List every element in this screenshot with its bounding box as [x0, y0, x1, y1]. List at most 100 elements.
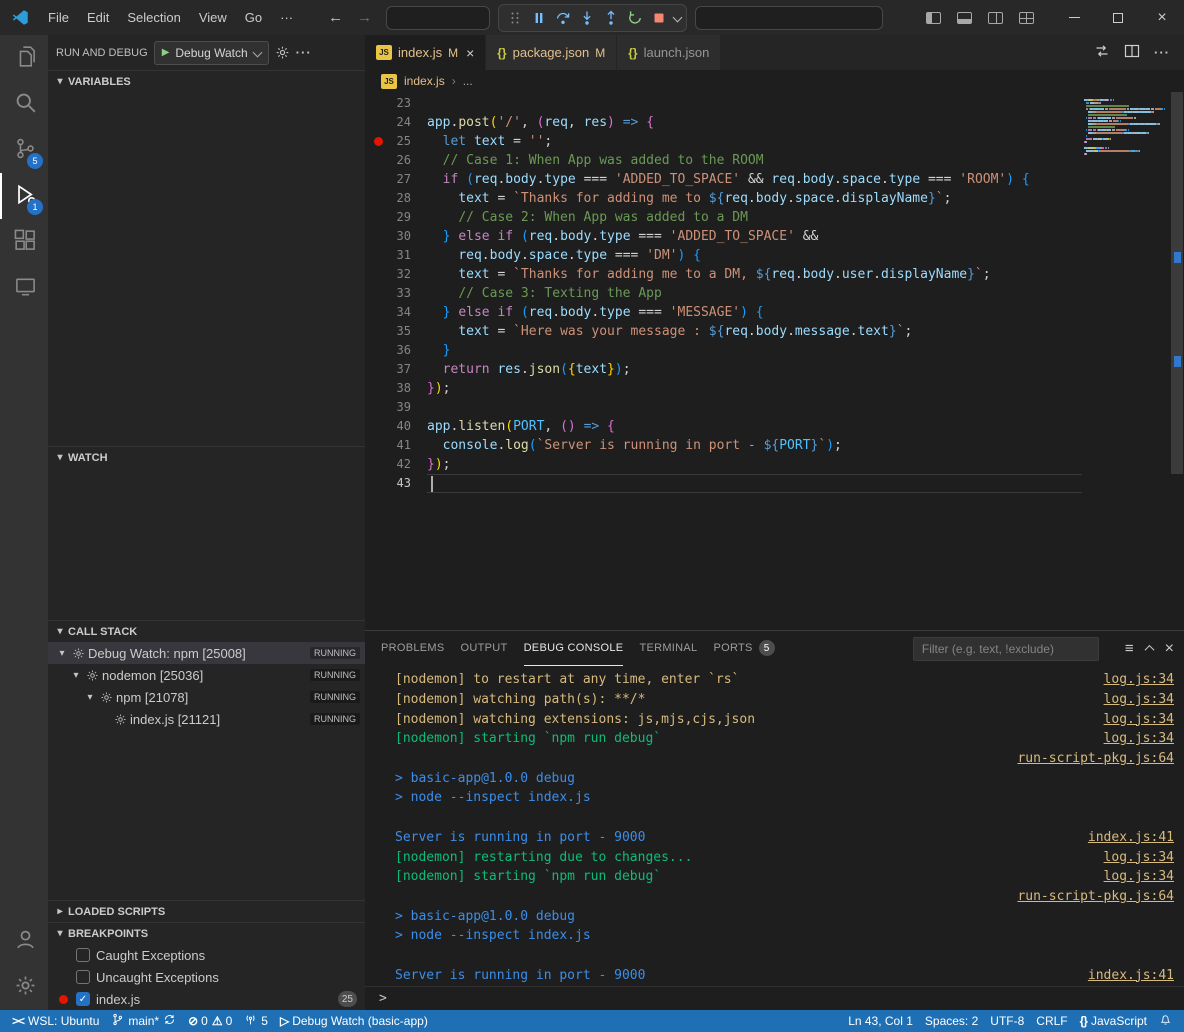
section-variables[interactable]: ▾VARIABLES [48, 70, 365, 92]
launch-config-dropdown[interactable]: ▶ Debug Watch [154, 41, 269, 65]
menu-item[interactable]: ··· [271, 10, 302, 25]
code-text[interactable]: app.listen(PORT, () => { [427, 417, 1082, 436]
line-number[interactable]: 39 [365, 398, 427, 417]
panel-actions-icon[interactable]: ≡ [1125, 640, 1134, 657]
code-text[interactable]: }); [427, 379, 1082, 398]
source-link[interactable]: log.js:34 [1104, 712, 1174, 727]
code-line[interactable]: 36 } [365, 341, 1082, 360]
callstack-row[interactable]: ▾npm [21078]RUNNING [48, 686, 365, 708]
menu-item[interactable]: Selection [118, 10, 189, 25]
source-link[interactable]: log.js:34 [1104, 672, 1174, 687]
indentation[interactable]: Spaces: 2 [919, 1010, 984, 1032]
breakpoint-checkbox[interactable]: ✓ [76, 992, 90, 1006]
section-breakpoints[interactable]: ▾BREAKPOINTS [48, 922, 365, 944]
code-line[interactable]: 31 req.body.space.type === 'DM') { [365, 246, 1082, 265]
section-loaded-scripts[interactable]: ▸LOADED SCRIPTS [48, 900, 365, 922]
line-number[interactable]: 26 [365, 151, 427, 170]
menu-item[interactable]: File [39, 10, 78, 25]
code-line[interactable]: 37 return res.json({text}); [365, 360, 1082, 379]
activity-accounts[interactable] [0, 918, 48, 964]
code-line[interactable]: 30 } else if (req.body.type === 'ADDED_T… [365, 227, 1082, 246]
source-link[interactable]: index.js:41 [1088, 968, 1174, 983]
remote-indicator[interactable]: ><WSL: Ubuntu [6, 1010, 105, 1032]
menu-item[interactable]: Go [236, 10, 271, 25]
chevron-down-icon[interactable]: ▾ [54, 648, 70, 659]
problems-status[interactable]: ⊘0⚠0 [182, 1010, 238, 1032]
callstack-row[interactable]: ▾nodemon [25036]RUNNING [48, 664, 365, 686]
more-actions-icon[interactable]: ··· [296, 45, 312, 60]
code-line[interactable]: 28 text = `Thanks for adding me to ${req… [365, 189, 1082, 208]
more-actions-icon[interactable]: ··· [1154, 45, 1170, 60]
breakpoint-icon[interactable] [374, 137, 383, 146]
chevron-down-icon[interactable] [673, 13, 683, 23]
source-link[interactable]: log.js:34 [1104, 850, 1174, 865]
line-number[interactable]: 33 [365, 284, 427, 303]
step-out-icon[interactable] [600, 7, 622, 29]
code-text[interactable]: } else if (req.body.type === 'ADDED_TO_S… [427, 227, 1082, 246]
line-number[interactable]: 43 [365, 474, 427, 493]
tab-package.json[interactable]: {}package.jsonM [486, 35, 617, 70]
line-number[interactable]: 25 [365, 132, 427, 151]
tab-index.js[interactable]: JSindex.jsM× [365, 35, 486, 70]
notifications[interactable] [1153, 1010, 1178, 1032]
panel-tab-output[interactable]: OUTPUT [461, 631, 508, 666]
source-link[interactable]: log.js:34 [1104, 692, 1174, 707]
code-line[interactable]: 41 console.log(`Server is running in por… [365, 436, 1082, 455]
step-over-icon[interactable] [552, 7, 574, 29]
toggle-panel-icon[interactable] [957, 12, 972, 24]
code-line[interactable]: 40app.listen(PORT, () => { [365, 417, 1082, 436]
code-text[interactable]: text = `Thanks for adding me to a DM, ${… [427, 265, 1082, 284]
panel-tab-problems[interactable]: PROBLEMS [381, 631, 445, 666]
activity-extensions[interactable] [0, 219, 48, 265]
code-text[interactable]: // Case 3: Texting the App [427, 284, 1082, 303]
line-number[interactable]: 28 [365, 189, 427, 208]
eol[interactable]: CRLF [1030, 1010, 1073, 1032]
source-link[interactable]: run-script-pkg.js:64 [1017, 751, 1174, 766]
code-area[interactable]: 2324app.post('/', (req, res) => {25 let … [365, 94, 1082, 493]
breakpoint-row[interactable]: Caught Exceptions [48, 944, 365, 966]
code-line[interactable]: 25 let text = ''; [365, 132, 1082, 151]
line-number[interactable]: 35 [365, 322, 427, 341]
code-text[interactable]: console.log(`Server is running in port -… [427, 436, 1082, 455]
drag-grip-icon[interactable] [504, 7, 526, 29]
code-text[interactable]: text = `Thanks for adding me to ${req.bo… [427, 189, 1082, 208]
code-text[interactable]: app.post('/', (req, res) => { [427, 113, 1082, 132]
code-line[interactable]: 26 // Case 1: When App was added to the … [365, 151, 1082, 170]
section-watch[interactable]: ▾WATCH [48, 446, 365, 468]
menu-item[interactable]: Edit [78, 10, 118, 25]
code-line[interactable]: 34 } else if (req.body.type === 'MESSAGE… [365, 303, 1082, 322]
breakpoint-row[interactable]: Uncaught Exceptions [48, 966, 365, 988]
activity-source-control[interactable]: 5 [0, 127, 48, 173]
line-number[interactable]: 34 [365, 303, 427, 322]
line-number[interactable]: 36 [365, 341, 427, 360]
debug-status[interactable]: ▷Debug Watch (basic-app) [274, 1010, 434, 1032]
line-number[interactable]: 29 [365, 208, 427, 227]
language-mode[interactable]: {}JavaScript [1074, 1010, 1153, 1032]
code-text[interactable] [427, 398, 1082, 417]
code-text[interactable]: text = `Here was your message : ${req.bo… [427, 322, 1082, 341]
menu-item[interactable]: View [190, 10, 236, 25]
gear-icon[interactable] [275, 45, 290, 60]
line-number[interactable]: 37 [365, 360, 427, 379]
code-line[interactable]: 23 [365, 94, 1082, 113]
customize-layout-icon[interactable] [1019, 12, 1034, 24]
split-editor-icon[interactable] [1124, 43, 1140, 62]
toggle-secondary-sidebar-icon[interactable] [988, 12, 1003, 24]
minimap[interactable] [1082, 94, 1170, 161]
encoding[interactable]: UTF-8 [984, 1010, 1030, 1032]
code-line[interactable]: 43 [365, 474, 1082, 493]
tab-launch.json[interactable]: {}launch.json [617, 35, 721, 70]
start-debug-icon[interactable]: ▶ [162, 47, 170, 58]
editor-scrollbar[interactable] [1170, 92, 1184, 630]
line-number[interactable]: 42 [365, 455, 427, 474]
code-line[interactable]: 27 if (req.body.type === 'ADDED_TO_SPACE… [365, 170, 1082, 189]
callstack-row[interactable]: index.js [21121]RUNNING [48, 708, 365, 730]
step-into-icon[interactable] [576, 7, 598, 29]
back-button[interactable]: ← [328, 9, 343, 26]
activity-run-and-debug[interactable]: 1 [0, 173, 48, 219]
command-center-search[interactable] [695, 6, 883, 30]
code-line[interactable]: 35 text = `Here was your message : ${req… [365, 322, 1082, 341]
breakpoint-checkbox[interactable] [76, 948, 90, 962]
activity-remote-explorer[interactable] [0, 265, 48, 311]
forward-button[interactable]: → [357, 9, 372, 26]
